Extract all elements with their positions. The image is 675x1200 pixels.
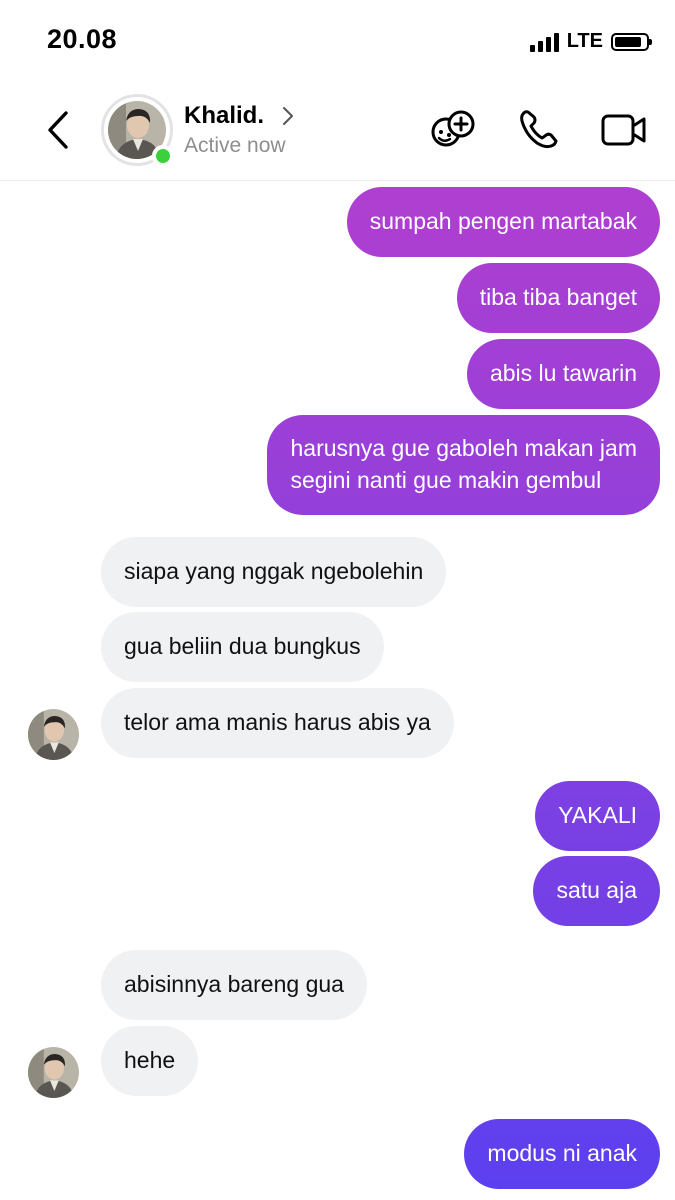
message-bubble-incoming[interactable]: hehe: [101, 1026, 199, 1096]
contact-avatar[interactable]: [101, 94, 174, 167]
status-time: 20.08: [47, 24, 118, 54]
effects-button[interactable]: [430, 108, 478, 152]
message-bubble-incoming[interactable]: telor ama manis harus abis ya: [101, 688, 454, 758]
message-bubble-incoming[interactable]: gua beliin dua bungkus: [101, 612, 384, 682]
message-bubble-incoming[interactable]: abisinnya bareng gua: [101, 950, 367, 1020]
battery-level: [615, 36, 641, 47]
message-bubble-outgoing[interactable]: abis lu tawarin: [466, 339, 660, 409]
back-chevron-icon: [48, 111, 68, 149]
sender-avatar[interactable]: [28, 709, 79, 760]
message-bubble-outgoing[interactable]: satu aja: [533, 856, 660, 926]
status-bar: 20.08 LTE: [0, 0, 675, 80]
battery-icon: [611, 32, 652, 51]
sender-avatar[interactable]: [28, 1047, 79, 1098]
phone-icon: [520, 110, 558, 149]
message-line: harusnya gue gaboleh makan jam: [290, 435, 637, 461]
back-button[interactable]: [38, 108, 78, 152]
online-status-indicator: [152, 145, 174, 167]
cellular-signal-icon: [529, 32, 559, 52]
effects-icon: [431, 110, 475, 147]
message-bubble-outgoing[interactable]: YAKALI: [535, 781, 660, 851]
message-bubble-outgoing[interactable]: tiba tiba banget: [456, 263, 660, 333]
message-bubble-outgoing[interactable]: harusnya gue gaboleh makan jam segini na…: [267, 415, 660, 515]
video-call-button[interactable]: [600, 108, 648, 152]
network-type: LTE: [566, 30, 603, 52]
contact-status: Active now: [184, 134, 286, 157]
chevron-right-icon[interactable]: [280, 104, 296, 128]
message-bubble-outgoing[interactable]: sumpah pengen martabak: [346, 187, 660, 257]
contact-name[interactable]: Khalid.: [184, 102, 264, 130]
message-thread: sumpah pengen martabak tiba tiba banget …: [0, 181, 675, 1200]
message-line: segini nanti gue makin gembul: [290, 467, 602, 493]
voice-call-button[interactable]: [515, 108, 563, 152]
status-indicators: LTE: [529, 30, 652, 53]
message-bubble-outgoing[interactable]: modus ni anak: [464, 1119, 660, 1189]
chat-header: Khalid. Active now: [0, 80, 675, 181]
video-camera-icon: [601, 114, 646, 146]
message-bubble-incoming[interactable]: siapa yang nggak ngebolehin: [101, 537, 447, 607]
